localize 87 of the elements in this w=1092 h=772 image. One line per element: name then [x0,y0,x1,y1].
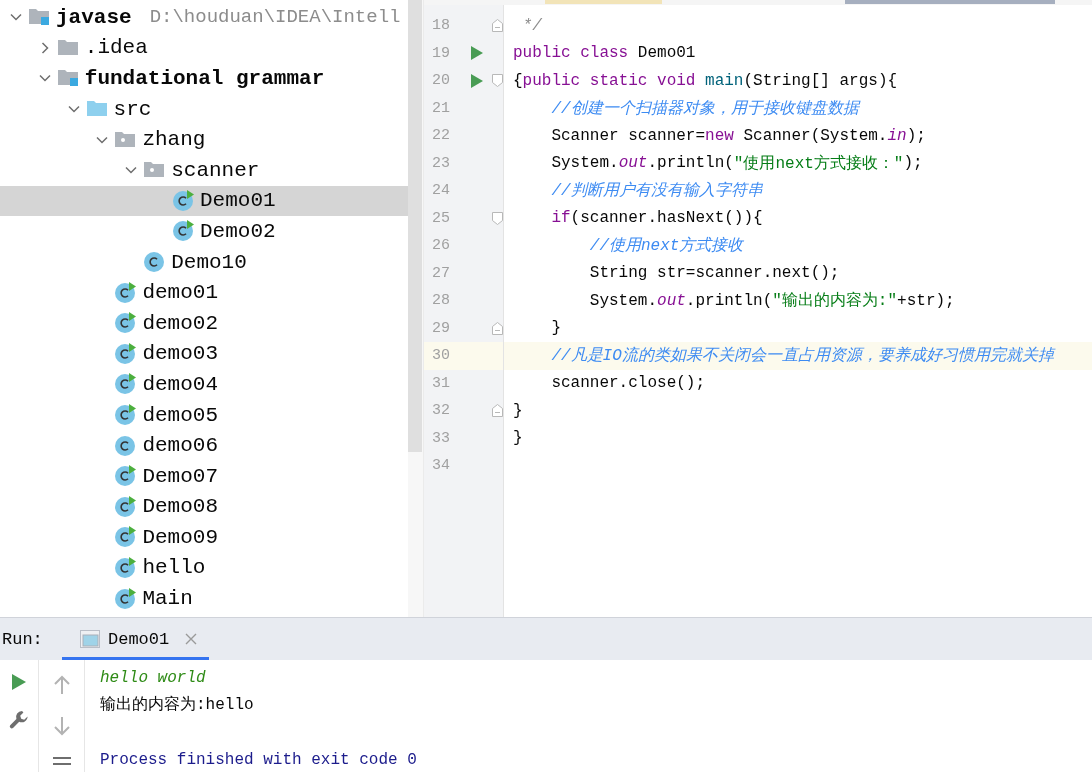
run-icon[interactable] [470,72,484,89]
tree-item[interactable]: hello [0,552,408,584]
runnable-class-icon [114,526,137,549]
code-line: {public static void main(String[] args){ [512,70,899,92]
run-icon[interactable] [470,45,484,62]
line-number: 32 [432,402,451,420]
console-line: 输出的内容为:hello [100,694,255,717]
code-line: //判断用户有没有输入字符串 [550,180,764,203]
code-line: if(scanner.hasNext()){ [550,208,764,230]
code-line: } [550,318,562,340]
code-line: String str=scanner.next(); [588,263,841,285]
tree-item[interactable]: demo05 [0,399,408,431]
up-arrow-icon[interactable] [53,675,70,695]
line-number: 18 [432,17,451,35]
tree-item[interactable]: Demo09 [0,522,408,553]
line-number: 30 [432,347,451,365]
console-line: hello world [100,667,207,689]
runnable-class-icon [114,281,137,304]
fold-icon[interactable] [492,404,503,418]
fold-icon[interactable] [492,19,503,33]
runnable-class-icon [114,465,137,488]
tree-item[interactable]: Demo07 [0,460,408,492]
tree-item[interactable]: scanner [0,154,408,186]
tree-item[interactable]: demo04 [0,369,408,400]
line-number: 31 [432,374,451,392]
runnable-class-icon [114,557,137,579]
scrollbar-thumb[interactable] [408,0,422,452]
class-icon [143,251,166,274]
scrollbar-thumb[interactable] [845,0,1055,4]
runnable-class-icon [114,312,137,335]
line-number: 27 [432,264,451,282]
runnable-class-icon [114,587,137,610]
line-number: 34 [432,457,451,475]
fold-icon[interactable] [492,211,503,225]
tree-item[interactable]: javase D:\houduan\IDEA\Intell [0,2,408,33]
fold-icon[interactable] [492,74,503,88]
code-line: scanner.close(); [550,373,707,395]
rerun-icon[interactable] [11,673,27,691]
line-number: 22 [432,127,451,145]
line-number: 29 [432,319,451,337]
tree-item[interactable]: Demo01 [0,185,408,217]
run-tab[interactable]: Demo01 [62,618,210,660]
code-line: Scanner scanner=new Scanner(System.in); [550,125,927,147]
tree-item[interactable]: Demo02 [0,216,408,247]
runnable-class-icon [114,342,137,365]
project-path: D:\houduan\IDEA\Intell [149,6,401,29]
tree-item[interactable]: fundational grammar [0,63,408,94]
runnable-class-icon [114,495,137,518]
tree-item[interactable]: Demo10 [0,246,408,278]
line-number: 25 [432,209,451,227]
code-line: } [512,428,524,450]
runnable-class-icon [172,189,194,212]
code-line: //使用next方式接收 [588,235,745,258]
window-icon [80,630,100,648]
class-icon [114,434,137,457]
tree-item[interactable]: .idea [0,32,408,64]
code-line: //创建一个扫描器对象，用于接收键盘数据 [550,98,862,120]
line-number: 21 [432,99,451,117]
line-number: 23 [432,154,451,172]
fold-icon[interactable] [492,321,503,335]
close-icon[interactable] [185,633,198,645]
code-line: System.out.println("输出的内容为:"+str); [588,290,956,313]
console-line: Process finished with exit code 0 [100,749,418,771]
runnable-class-icon [172,220,194,243]
down-arrow-icon[interactable] [53,716,70,736]
code-line: System.out.println("使用next方式接收："); [550,153,924,175]
code-line: */ [521,15,543,37]
wrench-icon[interactable] [9,710,29,730]
tree-item[interactable]: src [0,93,408,125]
line-number: 20 [432,72,451,90]
tree-item[interactable]: Demo08 [0,491,408,523]
line-number: 28 [432,292,451,310]
tree-item[interactable]: zhang [0,124,408,155]
tree-item[interactable]: demo02 [0,307,408,339]
tree-item[interactable]: demo06 [0,430,408,461]
code-line: } [512,400,524,422]
line-number: 24 [432,182,451,200]
panel-title: Run: [2,628,44,651]
tree-item[interactable]: demo03 [0,338,408,370]
runnable-class-icon [114,404,137,426]
line-number: 26 [432,237,451,255]
line-number: 19 [432,44,451,62]
tree-item[interactable]: demo01 [0,277,408,308]
tree-item[interactable]: Main [0,583,408,614]
code-line: public class Demo01 [512,43,697,65]
line-number: 33 [432,429,451,447]
runnable-class-icon [114,373,137,396]
